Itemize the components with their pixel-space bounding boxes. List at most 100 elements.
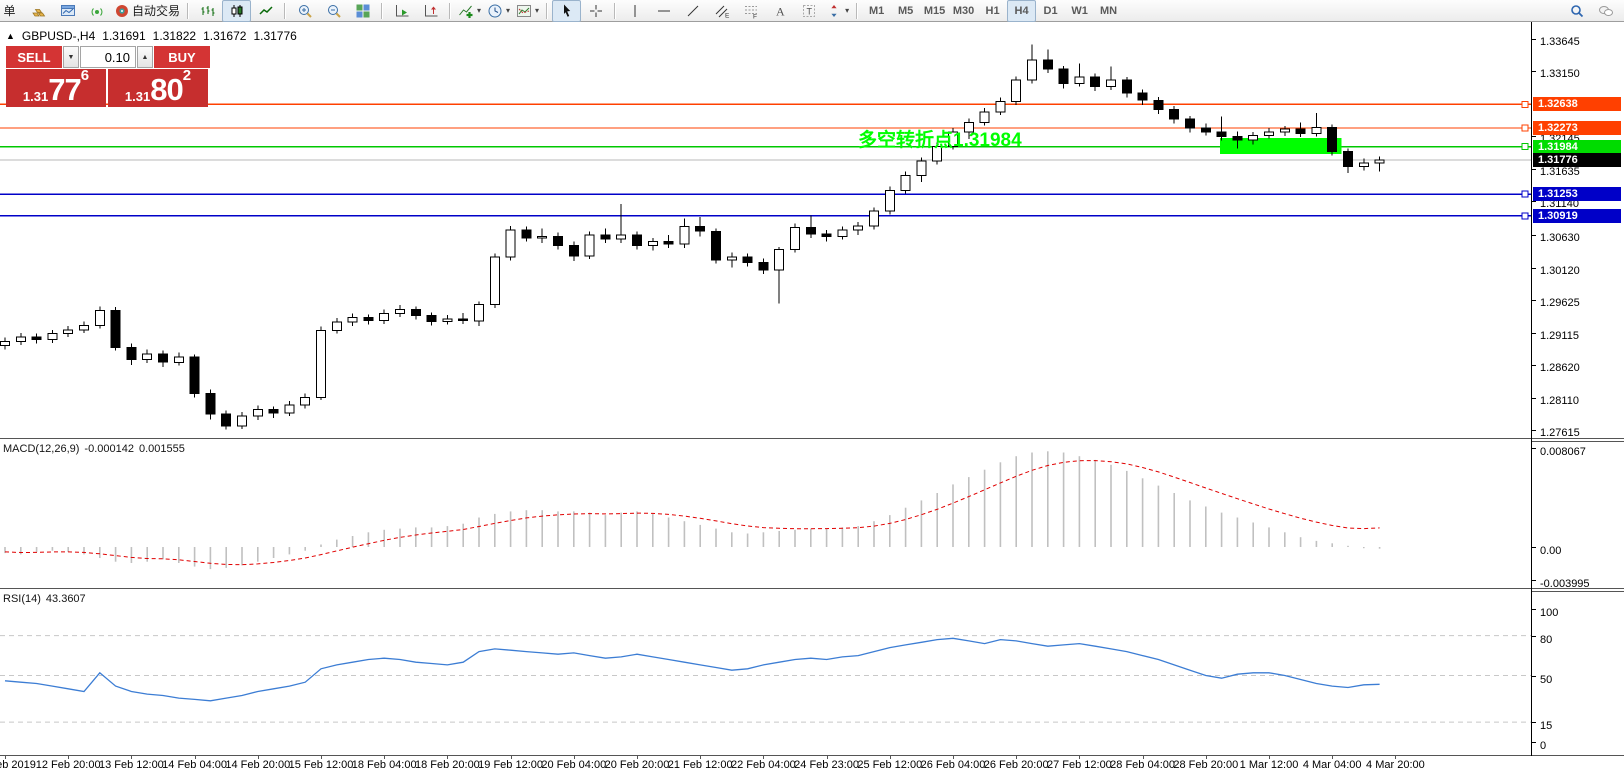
pivot-line-green-handle[interactable] — [1521, 143, 1529, 151]
bull-candle — [979, 111, 990, 123]
tf-m30[interactable]: M30 — [949, 0, 978, 22]
chevron-down-icon[interactable]: ▾ — [506, 6, 510, 15]
volume-dropdown-button[interactable]: ▼ — [63, 46, 79, 68]
tf-m15[interactable]: M15 — [920, 0, 949, 22]
support-line-2-handle[interactable] — [1521, 212, 1529, 220]
bear-candle — [410, 309, 421, 317]
resistance-line-2-handle[interactable] — [1521, 124, 1529, 132]
auto-scroll[interactable] — [387, 0, 416, 22]
bull-candle — [916, 160, 927, 176]
time-label: 4 Mar 20:00 — [1366, 759, 1425, 771]
gold-bars-icon — [31, 8, 45, 16]
bull-candle — [347, 317, 358, 323]
text-label-tool[interactable]: T — [794, 0, 823, 22]
autotrading[interactable]: 自动交易 — [111, 0, 183, 22]
bear-candle — [1216, 131, 1227, 138]
bull-candle — [1374, 159, 1385, 164]
indicators-list[interactable]: ▾ — [455, 0, 484, 22]
tf-m1[interactable]: M1 — [862, 0, 891, 22]
application-window: 单 自动交易 ▾ ▾ ▾ E F A T ▾ M1 M5 M15 M30 H1 H4 D1 W1 MN 多空转折点1… — [0, 0, 1624, 773]
new-order-partial[interactable]: 单 — [0, 0, 24, 22]
bear-candle — [1137, 92, 1148, 101]
chevron-down-icon[interactable]: ▾ — [477, 6, 481, 15]
time-axis[interactable]: 12 Feb 201912 Feb 20:0013 Feb 12:0014 Fe… — [0, 755, 1624, 773]
bull-candle — [442, 318, 453, 322]
chart-shift[interactable] — [416, 0, 445, 22]
bull-candle — [900, 175, 911, 191]
tf-h4[interactable]: H4 — [1007, 0, 1037, 22]
sell-button[interactable]: SELL — [6, 46, 62, 68]
zoom-in[interactable] — [290, 0, 319, 22]
zoom-out[interactable] — [319, 0, 348, 22]
text-tool[interactable]: A — [765, 0, 794, 22]
tf-mn[interactable]: MN — [1094, 0, 1123, 22]
line-chart-mode[interactable] — [251, 0, 280, 22]
bear-candle — [110, 309, 121, 348]
candlestick-mode[interactable] — [222, 0, 252, 22]
rsi-axis-tick: 15 — [1531, 716, 1552, 732]
bear-candle — [1295, 128, 1306, 134]
chevron-down-icon[interactable]: ▾ — [535, 6, 539, 15]
signals[interactable] — [82, 0, 111, 22]
bear-candle — [1327, 127, 1338, 152]
bull-candle — [1106, 79, 1116, 88]
time-label: 1 Mar 12:00 — [1239, 759, 1299, 771]
annotation-text[interactable]: 多空转折点1.31984 — [858, 128, 1022, 151]
periods[interactable]: ▾ — [484, 0, 513, 22]
market-watch[interactable] — [53, 0, 82, 22]
tf-h1[interactable]: H1 — [978, 0, 1007, 22]
horizontal-line-tool[interactable] — [649, 0, 678, 22]
price-tick: 1.31140 — [1531, 194, 1579, 210]
bear-candle — [1185, 118, 1195, 129]
sell-price-pipette: 6 — [80, 67, 90, 84]
bear-candle — [1169, 108, 1180, 120]
search[interactable] — [1562, 0, 1591, 22]
chat[interactable] — [1591, 0, 1620, 22]
autotrade-icon — [116, 4, 128, 17]
toolbar-separator — [381, 2, 384, 19]
tf-h1-label: H1 — [985, 4, 1000, 17]
time-label: 28 Feb 04:00 — [1110, 759, 1176, 771]
bull-candle — [774, 248, 785, 271]
resistance-line-2-price-tag: 1.32273 — [1533, 120, 1621, 135]
bear-candle — [205, 392, 216, 415]
fibonacci-tool[interactable]: F — [736, 0, 765, 22]
sell-price-panel[interactable]: 1.31 77 6 — [6, 67, 106, 107]
tf-d1[interactable]: D1 — [1036, 0, 1065, 22]
rsi-axis-tick: 80 — [1531, 630, 1552, 646]
bull-candle — [395, 309, 405, 315]
collapse-triangle-icon[interactable]: ▲ — [6, 31, 15, 41]
resistance-line-1-handle[interactable] — [1521, 100, 1529, 108]
buy-price-panel[interactable]: 1.31 80 2 — [108, 68, 208, 107]
new-order[interactable] — [24, 0, 53, 22]
bar-chart-mode[interactable] — [193, 0, 222, 22]
tile-windows[interactable] — [348, 0, 377, 22]
trendline-tool[interactable] — [678, 0, 707, 22]
equidistant-channel-tool[interactable]: E — [707, 0, 736, 22]
bear-candle — [1042, 59, 1053, 70]
crosshair[interactable] — [581, 0, 610, 22]
support-line-1-handle[interactable] — [1521, 190, 1529, 198]
highlight-zone[interactable] — [1220, 138, 1342, 154]
tf-m5[interactable]: M5 — [891, 0, 920, 22]
tf-w1[interactable]: W1 — [1065, 0, 1094, 22]
buy-button[interactable]: BUY — [154, 46, 210, 68]
macd-name: MACD(12,26,9) — [3, 443, 80, 455]
buy-price-main: 80 — [150, 72, 183, 107]
volume-input[interactable] — [80, 46, 136, 68]
rsi-line — [4, 637, 1380, 702]
main-chart[interactable]: 多空转折点1.31984 — [0, 22, 1531, 437]
cursor[interactable] — [552, 0, 582, 22]
vertical-line-tool[interactable] — [620, 0, 649, 22]
arrows-tool[interactable]: ▾ — [823, 0, 852, 22]
bear-candle — [1343, 151, 1353, 167]
bear-candle — [805, 226, 816, 235]
chevron-down-icon[interactable]: ▾ — [845, 6, 849, 15]
templates[interactable]: ▾ — [513, 0, 542, 22]
rsi-panel[interactable] — [0, 591, 1531, 755]
bull-candle — [1074, 76, 1085, 84]
bear-candle — [600, 234, 611, 240]
volume-increase-button[interactable]: ▲ — [137, 46, 153, 68]
macd-panel[interactable] — [0, 441, 1531, 587]
bear-candle — [126, 346, 137, 361]
